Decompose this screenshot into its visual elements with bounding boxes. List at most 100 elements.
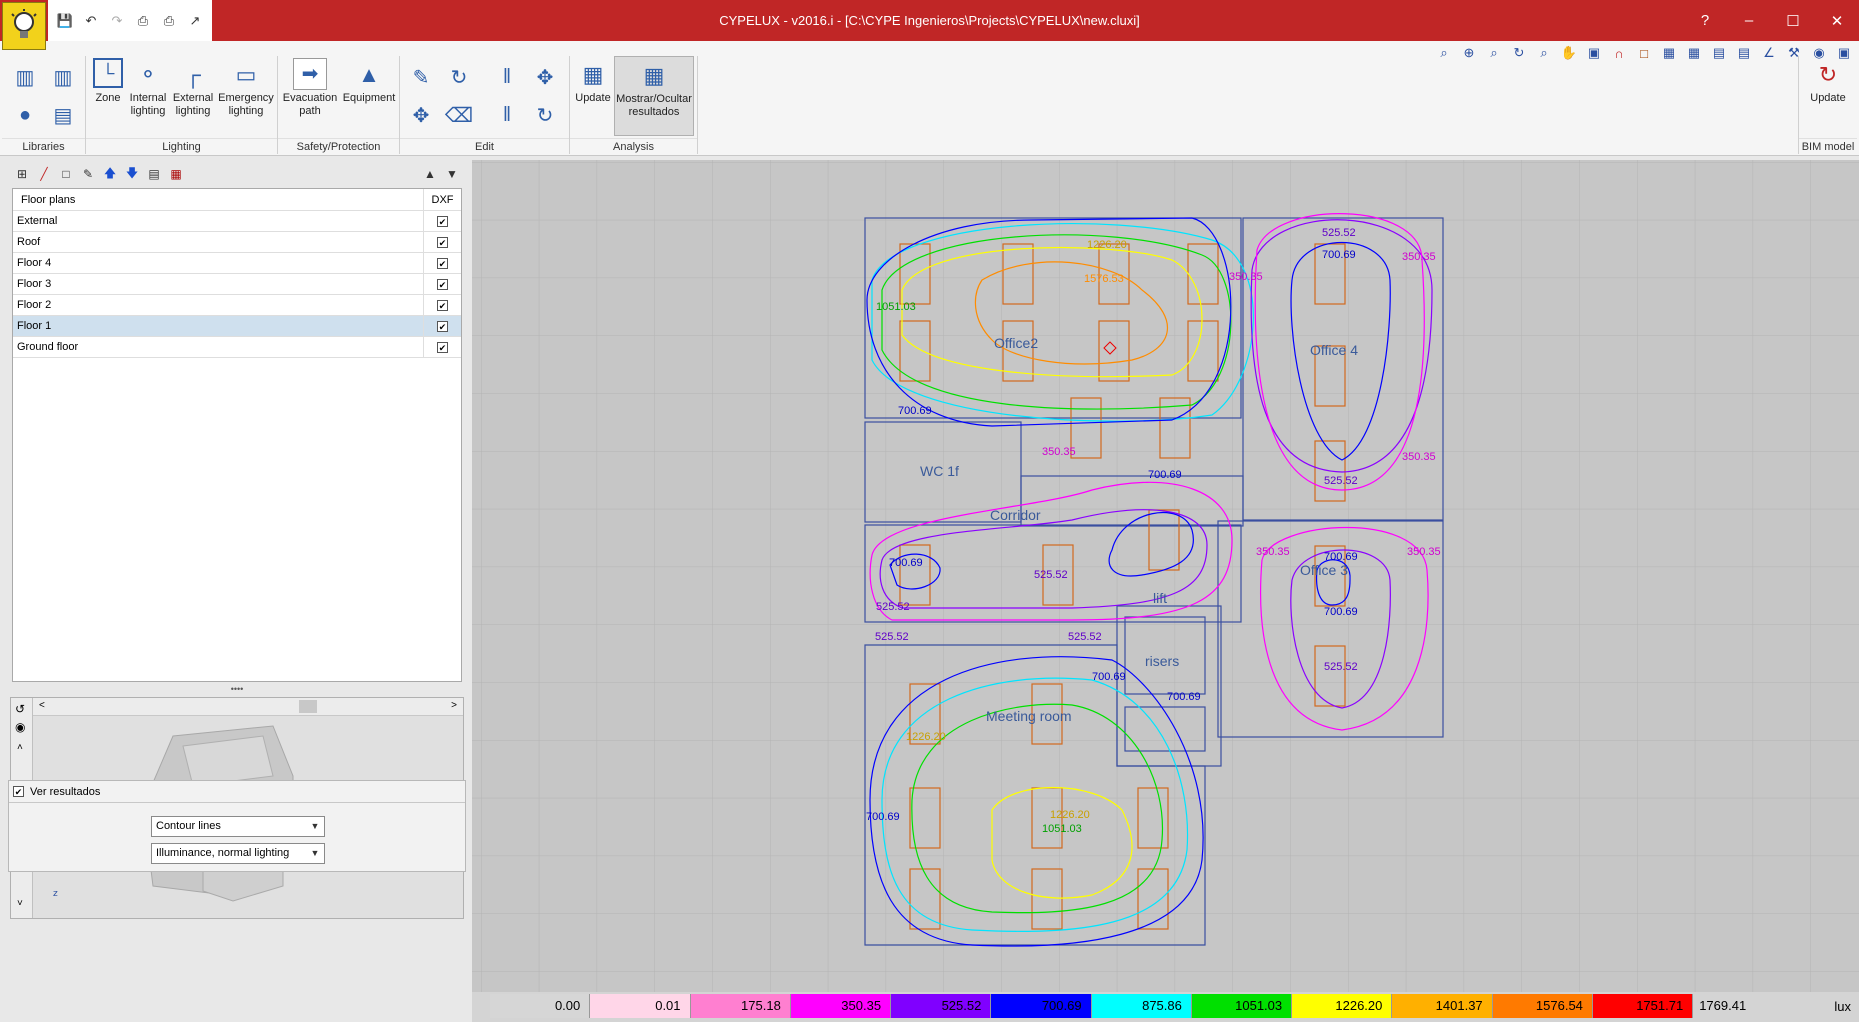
table-row[interactable]: Floor 3 ✔ — [13, 274, 461, 295]
move-vertex-icon[interactable]: ✥ — [404, 98, 438, 132]
display-mode-select[interactable]: Contour lines ▼ — [151, 816, 325, 837]
legend-value: 0.01 — [655, 998, 681, 1013]
table-row[interactable]: Floor 4 ✔ — [13, 253, 461, 274]
contour-label: 525.52 — [876, 601, 910, 613]
library-folder-icon[interactable]: ▥ — [46, 60, 80, 94]
move-up-icon[interactable]: 🡅 — [100, 164, 120, 184]
angle-icon[interactable]: ∠ — [1758, 42, 1780, 64]
zoom-window-icon[interactable]: ⌕ — [1433, 42, 1455, 64]
room-label-corridor: Corridor — [990, 507, 1041, 523]
window-view-icon[interactable]: ▣ — [1583, 42, 1605, 64]
contour-label: 700.69 — [1324, 551, 1358, 563]
snap-icon[interactable]: ▦ — [1683, 42, 1705, 64]
eye-icon[interactable]: ◉ — [15, 720, 25, 734]
group-label: Edit — [400, 138, 569, 154]
edit-floor-icon[interactable]: ✎ — [78, 164, 98, 184]
contour-label: 700.69 — [898, 405, 932, 417]
move-icon[interactable]: ✥ — [528, 60, 562, 94]
align-icon[interactable]: ‖ — [490, 60, 524, 94]
table-row-selected[interactable]: Floor 1 ✔ — [13, 316, 461, 337]
dxf-checkbox[interactable]: ✔ — [437, 215, 448, 227]
magnitude-select[interactable]: Illuminance, normal lighting ▼ — [151, 843, 325, 864]
zone-button[interactable]: └ Zone — [88, 58, 128, 105]
undo-icon[interactable]: ↶ — [80, 10, 102, 32]
room-label-lift: lift — [1153, 590, 1167, 606]
show-results-checkbox[interactable]: ✔ — [13, 786, 24, 797]
dxf-checkbox[interactable]: ✔ — [437, 299, 448, 311]
mirror-icon[interactable]: ‖ — [490, 98, 524, 132]
zoom-out-icon[interactable]: ⌕ — [1533, 42, 1555, 64]
dxf-checkbox[interactable]: ✔ — [437, 278, 448, 290]
rotate-copy-icon[interactable]: ↻ — [442, 60, 476, 94]
scroll-right-arrow-icon[interactable]: ˃ — [451, 700, 457, 711]
equipment-button[interactable]: ▲ Equipment — [340, 58, 398, 105]
dimension-icon[interactable]: ▤ — [1733, 42, 1755, 64]
library-lamp-icon[interactable]: ● — [8, 98, 42, 132]
redo-icon[interactable]: ↷ — [106, 10, 128, 32]
show-hide-results-button[interactable]: ▦ Mostrar/Ocultar resultados — [614, 56, 694, 136]
export-icon[interactable]: ↗ — [184, 10, 206, 32]
table-row[interactable]: External ✔ — [13, 211, 461, 232]
dxf-checkbox[interactable]: ✔ — [437, 257, 448, 269]
evacuation-path-button[interactable]: ➡ Evacuation path — [280, 58, 340, 118]
dxf-checkbox[interactable]: ✔ — [437, 320, 448, 332]
zoom-in-icon[interactable]: ⌕ — [1483, 42, 1505, 64]
external-lighting-button[interactable]: ┌ External lighting — [170, 58, 216, 118]
internal-lighting-button[interactable]: ⚬ Internal lighting — [126, 58, 170, 118]
rotate-icon[interactable]: ↻ — [528, 98, 562, 132]
calculator-icon: ▦ — [582, 61, 604, 87]
dxf-checkbox[interactable]: ✔ — [437, 341, 448, 353]
scroll-up-icon[interactable]: ▲ — [420, 164, 440, 184]
scroll-left-arrow-icon[interactable]: ˂ — [39, 700, 45, 711]
emergency-lighting-label: Emergency lighting — [218, 92, 274, 117]
add-floor-icon[interactable]: ⊞ — [12, 164, 32, 184]
eraser-icon[interactable]: ⌫ — [442, 98, 476, 132]
group-label: BIM model — [1799, 138, 1857, 154]
scroll-hthumb[interactable] — [299, 700, 317, 713]
dxf-cell: ✔ — [423, 274, 461, 294]
print-icon[interactable]: ⎙ — [132, 10, 154, 32]
table-row[interactable]: Roof ✔ — [13, 232, 461, 253]
copy-floor-icon[interactable]: □ — [56, 164, 76, 184]
results-box: ✔ Ver resultados Contour lines ▼ Illumin… — [8, 780, 466, 872]
contour-label: 1051.03 — [1042, 823, 1082, 835]
library-equipment-icon[interactable]: ▤ — [46, 98, 80, 132]
view3d-hscroll[interactable]: ˂ ˃ — [33, 698, 463, 716]
reset-view-icon[interactable]: ↺ — [15, 702, 25, 716]
close-button[interactable]: ✕ — [1815, 0, 1859, 41]
drawing-canvas[interactable]: Office2 Office 4 Office 3 WC 1f Corridor… — [472, 160, 1859, 992]
panel-splitter[interactable]: •••• — [12, 685, 462, 694]
bim-update-label: Update — [1810, 92, 1846, 104]
contour-label: 525.52 — [1322, 227, 1356, 239]
scroll-up-arrow-icon[interactable]: ˄ — [17, 742, 23, 753]
save-icon[interactable]: 💾 — [54, 10, 76, 32]
zone-icon: └ — [93, 58, 123, 88]
app-logo-lightbulb-icon[interactable] — [2, 2, 46, 50]
refresh-icon[interactable]: ↻ — [1508, 42, 1530, 64]
floor-name: External — [17, 215, 58, 227]
maximize-button[interactable]: ☐ — [1771, 0, 1815, 41]
minimize-button[interactable]: – — [1727, 0, 1771, 41]
move-down-icon[interactable]: 🡇 — [122, 164, 142, 184]
help-button[interactable]: ? — [1683, 0, 1727, 41]
dxf-checkbox[interactable]: ✔ — [437, 236, 448, 248]
table-row[interactable]: Floor 2 ✔ — [13, 295, 461, 316]
grid-icon[interactable]: ▦ — [1658, 42, 1680, 64]
delete-floor-icon[interactable]: ╱ — [34, 164, 54, 184]
legend-value: 700.69 — [1041, 998, 1082, 1013]
dxf-manage-icon[interactable]: ▦ — [166, 164, 186, 184]
scroll-down-icon[interactable]: ▼ — [442, 164, 462, 184]
square-icon[interactable]: □ — [1633, 42, 1655, 64]
pan-hand-icon[interactable]: ✋ — [1558, 42, 1580, 64]
bim-update-button[interactable]: ↻ Update — [1803, 58, 1853, 105]
pencil-icon[interactable]: ✎ — [404, 60, 438, 94]
layers-icon[interactable]: ▤ — [1708, 42, 1730, 64]
zoom-all-icon[interactable]: ⊕ — [1458, 42, 1480, 64]
update-button[interactable]: ▦ Update — [572, 58, 614, 105]
emergency-lighting-button[interactable]: ▭ Emergency lighting — [216, 58, 276, 118]
magnet-icon[interactable]: ∩ — [1608, 42, 1630, 64]
print-preview-icon[interactable]: ⎙ — [158, 10, 180, 32]
library-floor-icon[interactable]: ▥ — [8, 60, 42, 94]
table-row[interactable]: Ground floor ✔ — [13, 337, 461, 358]
dxf-icon[interactable]: ▤ — [144, 164, 164, 184]
